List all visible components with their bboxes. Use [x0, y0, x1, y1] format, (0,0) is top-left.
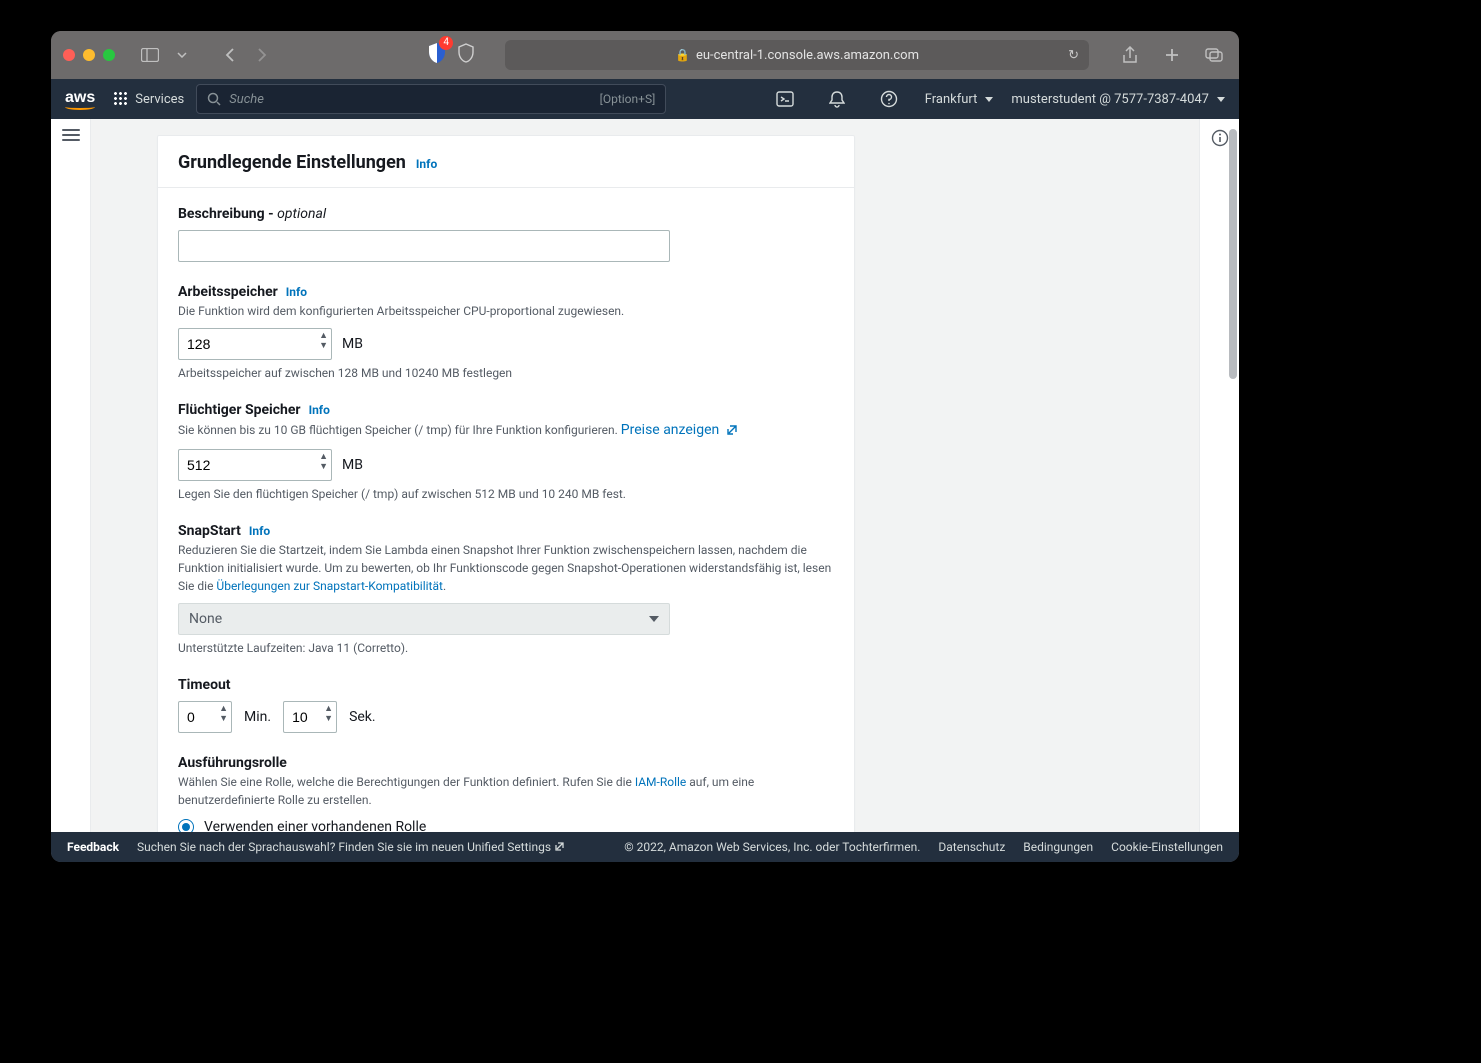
- timeout-sec-stepper[interactable]: ▲▼: [324, 704, 333, 724]
- services-label: Services: [135, 92, 184, 107]
- copyright-text: © 2022, Amazon Web Services, Inc. oder T…: [624, 840, 920, 854]
- ephemeral-stepper[interactable]: ▲▼: [319, 452, 328, 472]
- lock-icon: 🔒: [675, 48, 690, 62]
- snapstart-compat-link[interactable]: Überlegungen zur Snapstart-Kompatibilitä…: [216, 579, 443, 593]
- region-selector[interactable]: Frankfurt: [925, 92, 994, 107]
- terms-link[interactable]: Bedingungen: [1023, 840, 1093, 854]
- timeout-min-stepper[interactable]: ▲▼: [219, 704, 228, 724]
- ephemeral-hint: Sie können bis zu 10 GB flüchtigen Speic…: [178, 420, 834, 441]
- grid-icon: [113, 91, 129, 107]
- forward-button[interactable]: [249, 44, 275, 66]
- memory-hint: Die Funktion wird dem konfigurierten Arb…: [178, 302, 834, 320]
- services-menu[interactable]: Services: [113, 91, 184, 107]
- ephemeral-info-link[interactable]: Info: [309, 403, 330, 417]
- ephemeral-unit: MB: [342, 457, 363, 473]
- language-hint: Suchen Sie nach der Sprachauswahl? Finde…: [137, 840, 565, 854]
- panel-title: Grundlegende Einstellungen: [178, 152, 406, 173]
- memory-input[interactable]: [178, 328, 332, 360]
- chevron-down-icon: [985, 97, 993, 102]
- snapstart-select: None: [178, 603, 670, 635]
- aws-footer: Feedback Suchen Sie nach der Sprachauswa…: [51, 832, 1239, 862]
- radio-use-existing-label: Verwenden einer vorhandenen Rolle: [204, 819, 426, 832]
- aws-top-nav: aws Services Suche [Option+S] Frankfurt: [51, 79, 1239, 119]
- chevron-down-icon: [649, 616, 659, 622]
- execrole-hint: Wählen Sie eine Rolle, welche die Berech…: [178, 773, 834, 809]
- sidebar-toggle-icon[interactable]: [137, 44, 163, 66]
- hamburger-icon[interactable]: [62, 129, 80, 141]
- privacy-link[interactable]: Datenschutz: [938, 840, 1005, 854]
- account-label: musterstudent @ 7577-7387-4047: [1011, 92, 1209, 107]
- snapstart-hint: Reduzieren Sie die Startzeit, indem Sie …: [178, 541, 834, 595]
- minimize-window-icon[interactable]: [83, 49, 95, 61]
- ephemeral-range-hint: Legen Sie den flüchtigen Speicher (/ tmp…: [178, 487, 834, 501]
- description-label: Beschreibung - optional: [178, 206, 326, 222]
- scrollbar-thumb[interactable]: [1229, 129, 1237, 379]
- snapstart-label: SnapStart: [178, 523, 241, 539]
- url-text: eu-central-1.console.aws.amazon.com: [696, 48, 919, 63]
- snapstart-value: None: [189, 611, 222, 627]
- pricing-link[interactable]: Preise anzeigen: [621, 422, 738, 438]
- memory-stepper[interactable]: ▲▼: [319, 331, 328, 351]
- aws-logo[interactable]: aws: [65, 89, 95, 110]
- memory-range-hint: Arbeitsspeicher auf zwischen 128 MB und …: [178, 366, 834, 380]
- search-input[interactable]: Suche [Option+S]: [196, 84, 666, 114]
- memory-label: Arbeitsspeicher: [178, 284, 278, 300]
- execrole-label: Ausführungsrolle: [178, 755, 287, 771]
- chevron-down-icon: [1217, 97, 1225, 102]
- feedback-link[interactable]: Feedback: [67, 840, 119, 854]
- help-icon[interactable]: [873, 83, 905, 115]
- account-menu[interactable]: musterstudent @ 7577-7387-4047: [1011, 92, 1225, 107]
- radio-use-existing[interactable]: Verwenden einer vorhandenen Rolle: [178, 819, 834, 832]
- unified-settings-link[interactable]: Unified Settings: [467, 840, 565, 854]
- privacy-shield-icon[interactable]: [457, 43, 475, 67]
- chevron-down-icon[interactable]: [169, 44, 195, 66]
- browser-titlebar: 4 🔒 eu-central-1.console.aws.amazon.com …: [51, 31, 1239, 79]
- notifications-icon[interactable]: [821, 83, 853, 115]
- memory-info-link[interactable]: Info: [286, 285, 307, 299]
- cloudshell-icon[interactable]: [769, 83, 801, 115]
- description-input[interactable]: [178, 230, 670, 262]
- region-label: Frankfurt: [925, 92, 978, 107]
- timeout-sec-label: Sek.: [349, 709, 376, 725]
- badge-count: 4: [439, 36, 453, 50]
- search-shortcut: [Option+S]: [600, 90, 656, 108]
- close-window-icon[interactable]: [63, 49, 75, 61]
- basic-settings-panel: Grundlegende Einstellungen Info Beschrei…: [157, 135, 855, 832]
- new-tab-icon[interactable]: [1159, 44, 1185, 66]
- snapstart-info-link[interactable]: Info: [249, 524, 270, 538]
- back-button[interactable]: [217, 44, 243, 66]
- extension-shield-icon[interactable]: 4: [427, 42, 447, 68]
- maximize-window-icon[interactable]: [103, 49, 115, 61]
- info-panel-toggle-icon[interactable]: [1211, 129, 1229, 151]
- search-icon: [207, 92, 221, 106]
- ephemeral-label: Flüchtiger Speicher: [178, 402, 301, 418]
- share-icon[interactable]: [1117, 44, 1143, 66]
- snapstart-runtime-hint: Unterstützte Laufzeiten: Java 11 (Corret…: [178, 641, 834, 655]
- cookie-settings-link[interactable]: Cookie-Einstellungen: [1111, 840, 1223, 854]
- timeout-min-label: Min.: [244, 709, 271, 725]
- left-rail: [51, 119, 91, 832]
- radio-icon: [178, 819, 194, 832]
- tabs-overview-icon[interactable]: [1201, 44, 1227, 66]
- reload-icon[interactable]: ↻: [1068, 48, 1079, 63]
- window-controls: [63, 49, 115, 61]
- iam-role-link[interactable]: IAM-Rolle: [635, 775, 686, 789]
- panel-info-link[interactable]: Info: [416, 157, 437, 171]
- ephemeral-input[interactable]: [178, 449, 332, 481]
- address-bar[interactable]: 🔒 eu-central-1.console.aws.amazon.com ↻: [505, 40, 1089, 70]
- search-placeholder: Suche: [229, 92, 264, 107]
- memory-unit: MB: [342, 336, 363, 352]
- timeout-label: Timeout: [178, 677, 231, 693]
